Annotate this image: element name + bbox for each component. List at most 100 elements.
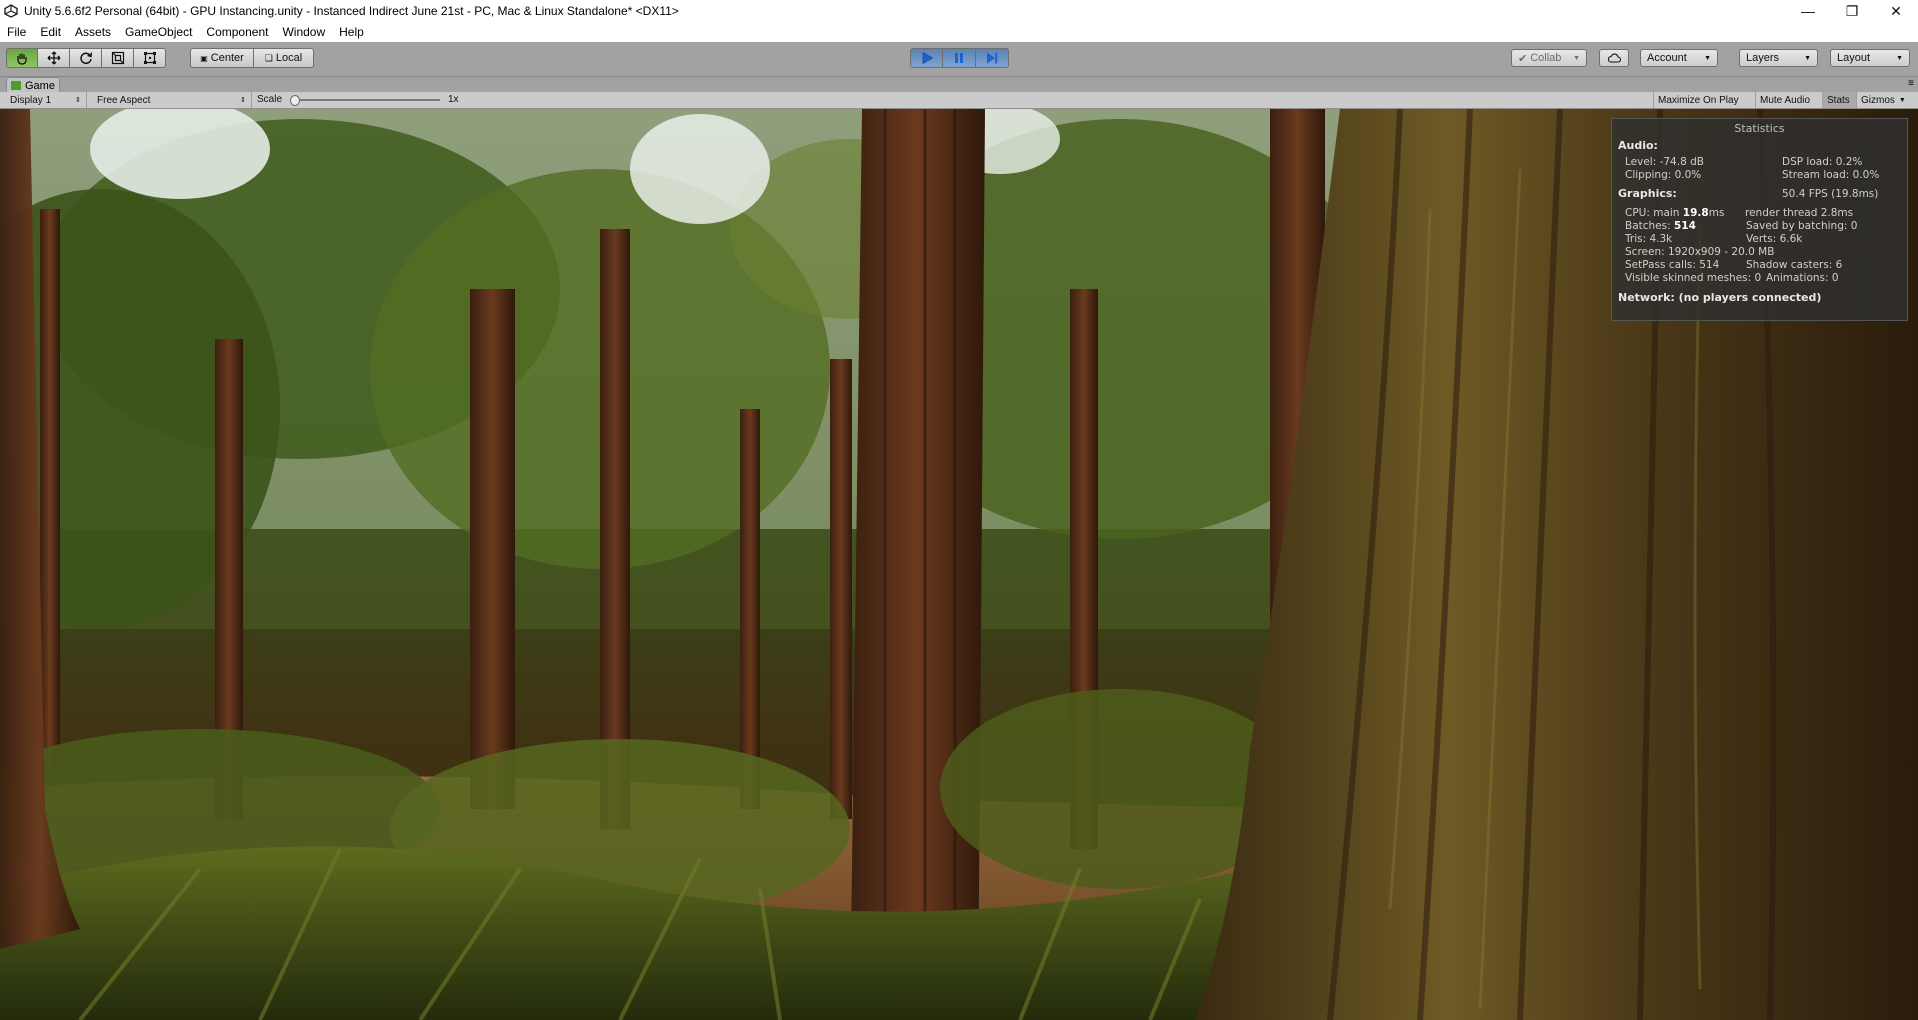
- menu-bar: File Edit Assets GameObject Component Wi…: [0, 22, 1918, 42]
- unity-logo-icon: [4, 4, 18, 18]
- layers-dropdown[interactable]: Layers ▼: [1739, 49, 1818, 67]
- play-button[interactable]: [910, 48, 943, 68]
- transform-tools: [6, 48, 166, 68]
- audio-clipping: Clipping: 0.0%: [1625, 169, 1702, 181]
- animations-count: Animations: 0: [1766, 272, 1839, 284]
- batches-value: 514: [1674, 220, 1696, 232]
- game-viewport[interactable]: Statistics Audio: Level: -74.8 dB DSP lo…: [0, 109, 1918, 1020]
- minimize-icon[interactable]: —: [1786, 0, 1830, 22]
- step-button[interactable]: [976, 48, 1009, 68]
- chevron-down-icon: ▼: [1573, 54, 1580, 62]
- gizmos-dropdown[interactable]: Gizmos ▼: [1856, 92, 1918, 108]
- graphics-heading: Graphics:: [1618, 187, 1677, 200]
- gizmos-label: Gizmos: [1861, 94, 1895, 106]
- stats-toggle[interactable]: Stats: [1822, 92, 1856, 108]
- step-icon: [987, 52, 998, 64]
- pivot-local-button[interactable]: ❏ Local: [254, 48, 314, 68]
- aspect-dropdown[interactable]: Free Aspect ⇕: [92, 92, 252, 108]
- aspect-label: Free Aspect: [97, 94, 151, 106]
- pause-icon: [955, 53, 963, 63]
- game-view-toolbar: Display 1 ⇕ Free Aspect ⇕ Scale 1x Maxim…: [0, 92, 1918, 109]
- menu-window[interactable]: Window: [275, 22, 332, 42]
- maximize-on-play-toggle[interactable]: Maximize On Play: [1653, 92, 1755, 108]
- scale-slider-track[interactable]: [290, 99, 440, 101]
- batches: Batches: 514: [1625, 220, 1696, 232]
- setpass-calls: SetPass calls: 514: [1625, 259, 1720, 271]
- menu-file[interactable]: File: [0, 22, 33, 42]
- display-dropdown[interactable]: Display 1 ⇕: [5, 92, 87, 108]
- menu-assets[interactable]: Assets: [68, 22, 118, 42]
- shadow-casters: Shadow casters: 6: [1746, 259, 1843, 271]
- close-icon[interactable]: ✕: [1874, 0, 1918, 22]
- cpu-main: CPU: main 19.8ms: [1625, 207, 1724, 219]
- rotate-icon[interactable]: [70, 48, 102, 68]
- layout-label: Layout: [1837, 52, 1871, 64]
- dsp-load: DSP load: 0.2%: [1782, 156, 1863, 168]
- menu-component[interactable]: Component: [199, 22, 275, 42]
- stats-label: Stats: [1827, 94, 1850, 106]
- maximize-on-play-label: Maximize On Play: [1658, 94, 1739, 106]
- hand-icon[interactable]: [6, 48, 38, 68]
- tab-game-label: Game: [25, 79, 55, 92]
- cloud-button[interactable]: [1599, 49, 1629, 67]
- tab-menu-icon[interactable]: ≡: [1908, 78, 1914, 89]
- tab-bar: Game ≡: [0, 77, 1918, 93]
- tris-count: Tris: 4.3k: [1625, 233, 1673, 245]
- chevron-down-icon: ▼: [1804, 54, 1811, 62]
- fps-readout: 50.4 FPS (19.8ms): [1782, 188, 1879, 200]
- saved-by-batching: Saved by batching: 0: [1746, 220, 1858, 232]
- window-titlebar: Unity 5.6.6f2 Personal (64bit) - GPU Ins…: [0, 0, 1918, 22]
- play-controls: [910, 48, 1009, 68]
- audio-heading: Audio:: [1618, 139, 1658, 152]
- chevron-updown-icon: ⇕: [240, 97, 246, 104]
- layers-label: Layers: [1746, 52, 1780, 64]
- pivot-center-label: Center: [210, 52, 244, 64]
- mute-audio-label: Mute Audio: [1760, 94, 1811, 106]
- pivot-local-label: Local: [275, 52, 303, 64]
- display-label: Display 1: [10, 94, 52, 106]
- audio-level: Level: -74.8 dB: [1625, 156, 1704, 168]
- visible-skinned-meshes: Visible skinned meshes: 0: [1625, 272, 1762, 284]
- batches-label: Batches:: [1625, 220, 1674, 232]
- window-title: Unity 5.6.6f2 Personal (64bit) - GPU Ins…: [24, 4, 679, 18]
- account-label: Account: [1647, 52, 1687, 64]
- restore-icon[interactable]: ❐: [1830, 0, 1874, 22]
- tab-game[interactable]: Game: [6, 77, 60, 93]
- move-icon[interactable]: [38, 48, 70, 68]
- pause-button[interactable]: [943, 48, 976, 68]
- scale-label: Scale: [257, 94, 283, 105]
- rect-tool-icon[interactable]: [134, 48, 166, 68]
- chevron-down-icon: ▼: [1898, 96, 1906, 104]
- game-controller-icon: [11, 81, 21, 90]
- chevron-updown-icon: ⇕: [75, 97, 81, 104]
- render-thread: render thread 2.8ms: [1745, 207, 1854, 219]
- account-dropdown[interactable]: Account ▼: [1640, 49, 1718, 67]
- cpu-main-unit: ms: [1708, 207, 1725, 219]
- menu-edit[interactable]: Edit: [33, 22, 68, 42]
- play-icon: [922, 51, 933, 65]
- mute-audio-toggle[interactable]: Mute Audio: [1755, 92, 1822, 108]
- menu-help[interactable]: Help: [332, 22, 371, 42]
- statistics-title: Statistics: [1734, 122, 1785, 135]
- main-toolbar: ▣ Center ❏ Local ✔ Collab ▼ Account ▼ La…: [0, 42, 1918, 77]
- menu-gameobject[interactable]: GameObject: [118, 22, 199, 42]
- pivot-center-button[interactable]: ▣ Center: [190, 48, 254, 68]
- collab-check-icon: ✔: [1518, 52, 1528, 65]
- cpu-main-value: 19.8: [1682, 207, 1709, 219]
- screen-info: Screen: 1920x909 - 20.0 MB: [1625, 246, 1775, 258]
- statistics-panel: Statistics Audio: Level: -74.8 dB DSP lo…: [1611, 118, 1908, 321]
- local-cube-icon: ❏: [264, 52, 273, 63]
- network-status: Network: (no players connected): [1618, 291, 1822, 304]
- cloud-icon: [1607, 53, 1621, 63]
- chevron-down-icon: ▼: [1896, 54, 1903, 62]
- layout-dropdown[interactable]: Layout ▼: [1830, 49, 1910, 67]
- verts-count: Verts: 6.6k: [1746, 233, 1803, 245]
- cpu-main-label: CPU: main: [1625, 207, 1683, 219]
- collab-dropdown[interactable]: ✔ Collab ▼: [1511, 49, 1587, 67]
- pivot-center-icon: ▣: [200, 53, 208, 63]
- scale-slider-thumb[interactable]: [290, 95, 300, 106]
- pivot-group: ▣ Center ❏ Local: [190, 48, 314, 68]
- scale-value: 1x: [448, 94, 459, 105]
- collab-label: Collab: [1530, 52, 1562, 64]
- scale-icon[interactable]: [102, 48, 134, 68]
